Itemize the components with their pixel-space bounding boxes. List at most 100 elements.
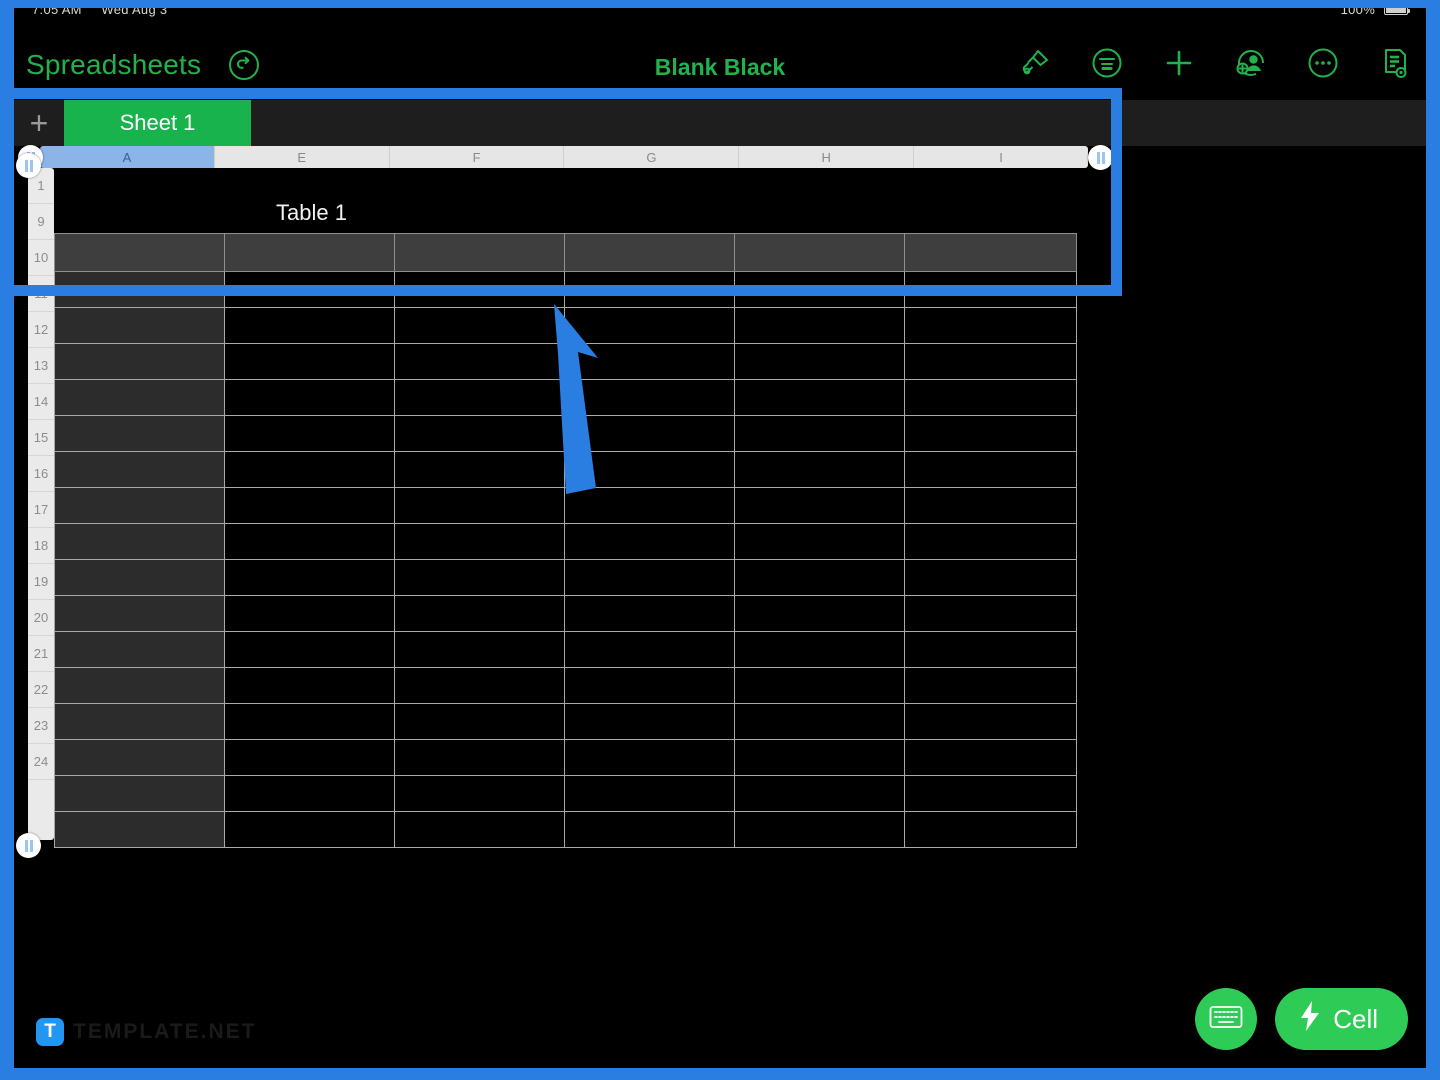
table-cell[interactable] bbox=[54, 487, 225, 524]
table-cell[interactable] bbox=[564, 307, 735, 344]
column-range-handle-right[interactable] bbox=[1088, 145, 1113, 170]
table-cell[interactable] bbox=[904, 523, 1077, 560]
table-cell[interactable] bbox=[564, 631, 735, 668]
table-cell[interactable] bbox=[394, 451, 565, 488]
table-cell[interactable] bbox=[904, 487, 1077, 524]
table-cell[interactable] bbox=[734, 451, 905, 488]
table-cell[interactable] bbox=[734, 271, 905, 308]
table-cell[interactable] bbox=[564, 667, 735, 704]
row-header-21[interactable]: 21 bbox=[28, 636, 54, 672]
row-header-10[interactable]: 10 bbox=[28, 240, 54, 276]
table-cell[interactable] bbox=[904, 415, 1077, 452]
table-cell[interactable] bbox=[734, 343, 905, 380]
table-cell[interactable] bbox=[54, 703, 225, 740]
row-range-handle-bottom[interactable] bbox=[16, 833, 41, 858]
column-header-track[interactable]: AEFGHI bbox=[40, 146, 1088, 168]
table-cell[interactable] bbox=[54, 271, 225, 308]
table-cell[interactable] bbox=[224, 775, 395, 812]
table-cell[interactable] bbox=[904, 595, 1077, 632]
row-header-13[interactable]: 13 bbox=[28, 348, 54, 384]
table-cell[interactable] bbox=[54, 343, 225, 380]
table-cell[interactable] bbox=[224, 739, 395, 776]
table-cell[interactable] bbox=[394, 703, 565, 740]
more-ellipsis-icon[interactable] bbox=[1306, 46, 1340, 80]
row-header-23[interactable]: 23 bbox=[28, 708, 54, 744]
table-cell[interactable] bbox=[564, 379, 735, 416]
column-header-a[interactable]: A bbox=[40, 146, 215, 168]
table-cell[interactable] bbox=[224, 811, 395, 848]
table-cell[interactable] bbox=[734, 811, 905, 848]
table-cell[interactable] bbox=[904, 451, 1077, 488]
table-cell[interactable] bbox=[734, 307, 905, 344]
table-cell[interactable] bbox=[54, 775, 225, 812]
row-header-strip[interactable]: 1 9 10 11 12 13 14 15 16 17 18 19 20 21 22 23 24 bbox=[28, 168, 54, 840]
table-cell[interactable] bbox=[734, 667, 905, 704]
table-cell[interactable] bbox=[564, 487, 735, 524]
table-cell[interactable] bbox=[734, 703, 905, 740]
table-cell[interactable] bbox=[394, 307, 565, 344]
table-cell[interactable] bbox=[224, 703, 395, 740]
table-cell[interactable] bbox=[734, 775, 905, 812]
table-title[interactable]: Table 1 bbox=[276, 200, 347, 226]
table-header-cell[interactable] bbox=[564, 233, 735, 272]
table-cell[interactable] bbox=[224, 523, 395, 560]
table-cell[interactable] bbox=[904, 739, 1077, 776]
table-cell[interactable] bbox=[564, 451, 735, 488]
table-cell[interactable] bbox=[734, 415, 905, 452]
format-brush-icon[interactable] bbox=[1018, 46, 1052, 80]
table-cell[interactable] bbox=[394, 667, 565, 704]
undo-icon[interactable] bbox=[227, 48, 261, 82]
table-cell[interactable] bbox=[224, 271, 395, 308]
sheet-tab-sheet-1[interactable]: Sheet 1 bbox=[64, 100, 251, 146]
row-header-15[interactable]: 15 bbox=[28, 420, 54, 456]
table-cell[interactable] bbox=[564, 703, 735, 740]
table-cell[interactable] bbox=[904, 307, 1077, 344]
insert-plus-icon[interactable] bbox=[1162, 46, 1196, 80]
table-cell[interactable] bbox=[394, 343, 565, 380]
table-cell[interactable] bbox=[394, 487, 565, 524]
table-cell[interactable] bbox=[904, 703, 1077, 740]
table-cell[interactable] bbox=[54, 415, 225, 452]
row-header-11[interactable]: 11 bbox=[28, 276, 54, 312]
table-cell[interactable] bbox=[54, 595, 225, 632]
row-header-9[interactable]: 9 bbox=[28, 204, 54, 240]
table-cell[interactable] bbox=[904, 775, 1077, 812]
table-cell[interactable] bbox=[904, 667, 1077, 704]
spreadsheets-back-button[interactable]: Spreadsheets bbox=[26, 49, 201, 81]
table-cell[interactable] bbox=[394, 811, 565, 848]
table-cell[interactable] bbox=[394, 595, 565, 632]
table-cell[interactable] bbox=[394, 775, 565, 812]
table-cell[interactable] bbox=[394, 379, 565, 416]
spreadsheet-table[interactable] bbox=[54, 233, 1077, 848]
table-cell[interactable] bbox=[904, 379, 1077, 416]
table-cell[interactable] bbox=[224, 415, 395, 452]
row-header-20[interactable]: 20 bbox=[28, 600, 54, 636]
collaborate-person-icon[interactable] bbox=[1234, 46, 1268, 80]
table-cell[interactable] bbox=[54, 811, 225, 848]
table-cell[interactable] bbox=[54, 307, 225, 344]
table-cell[interactable] bbox=[564, 343, 735, 380]
table-cell[interactable] bbox=[224, 631, 395, 668]
column-header-e[interactable]: E bbox=[214, 146, 390, 168]
table-cell[interactable] bbox=[564, 523, 735, 560]
table-cell[interactable] bbox=[734, 487, 905, 524]
row-header-24[interactable]: 24 bbox=[28, 744, 54, 780]
row-header-14[interactable]: 14 bbox=[28, 384, 54, 420]
cell-button[interactable]: Cell bbox=[1275, 988, 1408, 1050]
table-cell[interactable] bbox=[54, 379, 225, 416]
row-header-16[interactable]: 16 bbox=[28, 456, 54, 492]
table-cell[interactable] bbox=[734, 379, 905, 416]
table-cell[interactable] bbox=[224, 667, 395, 704]
table-cell[interactable] bbox=[394, 559, 565, 596]
table-cell[interactable] bbox=[564, 271, 735, 308]
table-header-cell[interactable] bbox=[904, 233, 1077, 272]
row-header-22[interactable]: 22 bbox=[28, 672, 54, 708]
keyboard-button[interactable] bbox=[1195, 988, 1258, 1050]
table-cell[interactable] bbox=[904, 631, 1077, 668]
table-cell[interactable] bbox=[564, 415, 735, 452]
table-cell[interactable] bbox=[224, 595, 395, 632]
table-header-cell[interactable] bbox=[394, 233, 565, 272]
table-cell[interactable] bbox=[734, 739, 905, 776]
column-header-h[interactable]: H bbox=[739, 146, 915, 168]
table-header-cell[interactable] bbox=[54, 233, 225, 272]
